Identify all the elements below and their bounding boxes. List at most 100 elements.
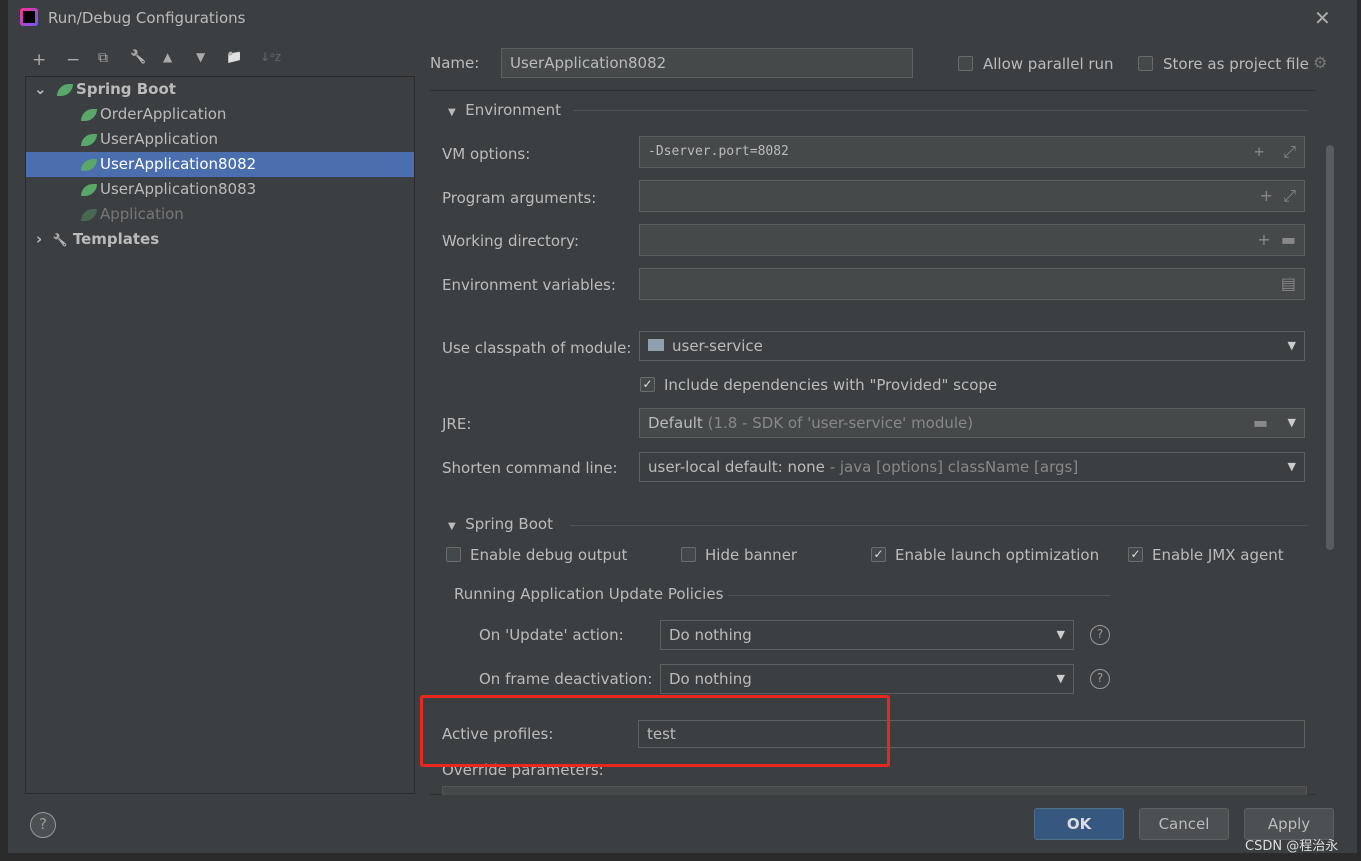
ok-button[interactable]: OK [1034,808,1124,840]
config-tree: ⌄ Spring Boot OrderApplication UserAppli… [25,76,415,794]
new-folder-icon[interactable]: 📁 [226,50,242,65]
dialog-title: Run/Debug Configurations [48,9,246,27]
allow-parallel-checkbox[interactable] [958,56,973,71]
update-action-value: Do nothing [669,626,752,644]
chevron-down-icon: ▼ [1056,628,1065,641]
shorten-label: Shorten command line: [442,459,618,477]
tree-item[interactable]: UserApplication8083 [26,177,414,202]
spring-boot-icon [57,83,74,96]
environment-variables-label: Environment variables: [442,276,616,294]
spring-boot-icon [81,133,97,146]
environment-variables-input[interactable]: ▤ [639,268,1305,300]
launch-optimization-label: Enable launch optimization [895,546,1100,564]
expand-icon[interactable]: + ⤢ [1254,137,1296,167]
jre-label: JRE: [442,415,472,433]
classpath-select[interactable]: user-service ▼ [639,331,1305,361]
hide-banner-checkbox[interactable] [681,547,696,562]
jmx-agent-checkbox[interactable]: ✓ [1128,547,1143,562]
chevron-down-icon[interactable]: ⌄ [34,80,47,98]
hide-banner-label: Hide banner [705,546,798,564]
frame-deactivation-label: On frame deactivation: [479,670,653,688]
tree-item-label: OrderApplication [100,105,227,123]
jre-hint: (1.8 - SDK of 'user-service' module) [707,414,974,432]
intellij-logo-icon [20,8,38,26]
cancel-button[interactable]: Cancel [1139,808,1229,840]
include-deps-checkbox[interactable]: ✓ [640,377,655,392]
folder-icon[interactable]: ▬ [1253,409,1268,437]
spring-boot-icon [81,108,97,121]
working-directory-label: Working directory: [442,232,580,250]
folder-icon[interactable]: + ▬ [1257,225,1296,255]
document-icon[interactable]: ▤ [1281,269,1296,299]
allow-parallel-label: Allow parallel run [983,55,1114,73]
tree-item-label: Application [100,205,184,223]
triangle-down-icon: ▼ [448,107,456,118]
chevron-down-icon[interactable]: ▼ [1288,409,1296,437]
highlight-box [420,695,890,767]
shorten-hint: - java [options] className [args] [829,458,1079,476]
watermark: CSDN @程治永 [1245,839,1339,854]
divider [728,595,1110,596]
shorten-value: user-local default: none [648,458,825,476]
expand-icon[interactable]: + ⤢ [1260,181,1296,211]
run-debug-dialog: Run/Debug Configurations ✕ + − ⧉ 🔧 ▲ ▼ 📁… [8,0,1357,853]
override-parameters-table[interactable] [442,786,1307,795]
tree-item[interactable]: Application [26,202,414,227]
policies-title: Running Application Update Policies [454,585,724,603]
vm-options-label: VM options: [442,145,531,163]
add-icon[interactable]: + [32,50,46,70]
section-title: Environment [465,101,562,119]
gear-icon[interactable]: ⚙ [1313,53,1327,72]
frame-deactivation-value: Do nothing [669,670,752,688]
update-action-label: On 'Update' action: [479,626,624,644]
tree-item[interactable]: OrderApplication [26,102,414,127]
store-project-checkbox[interactable] [1138,56,1153,71]
sort-icon[interactable]: ↓ᵃz [260,50,281,64]
spring-boot-section[interactable]: ▼ Spring Boot [448,515,553,533]
environment-section[interactable]: ▼ Environment [448,101,561,119]
update-action-select[interactable]: Do nothing ▼ [660,620,1074,650]
jre-select[interactable]: Default (1.8 - SDK of 'user-service' mod… [639,408,1305,438]
debug-output-checkbox[interactable] [446,547,461,562]
tree-group-templates[interactable]: › 🔧 Templates [26,227,414,252]
vm-options-input[interactable]: -Dserver.port=8082 + ⤢ [639,136,1305,168]
vm-options-value: -Dserver.port=8082 [648,144,789,159]
move-down-icon[interactable]: ▼ [196,50,205,64]
divider [570,525,1308,526]
classpath-label: Use classpath of module: [442,339,632,357]
tree-item-selected[interactable]: UserApplication8082 [26,152,414,177]
help-icon[interactable]: ? [1090,625,1110,645]
close-button[interactable]: ✕ [1314,6,1331,30]
tree-item-label: UserApplication [100,130,219,148]
module-icon [648,339,664,351]
divider [573,110,1308,111]
store-project-label: Store as project file [1163,55,1309,73]
scrollbar[interactable] [1326,145,1334,550]
frame-deactivation-select[interactable]: Do nothing ▼ [660,664,1074,694]
tree-group-spring-boot[interactable]: ⌄ Spring Boot [26,77,414,102]
tree-item[interactable]: UserApplication [26,127,414,152]
classpath-value: user-service [672,337,763,355]
include-deps-label: Include dependencies with "Provided" sco… [664,376,998,394]
chevron-down-icon: ▼ [1056,672,1065,685]
copy-icon[interactable]: ⧉ [98,50,108,66]
section-title: Spring Boot [465,515,553,533]
shorten-select[interactable]: user-local default: none - java [options… [639,452,1305,482]
move-up-icon[interactable]: ▲ [163,50,172,64]
name-input[interactable]: UserApplication8082 [501,48,913,78]
triangle-down-icon: ▼ [448,521,456,532]
chevron-right-icon[interactable]: › [36,230,42,248]
wrench-icon[interactable]: 🔧 [130,50,146,65]
wrench-icon: 🔧 [52,233,68,247]
tree-group-label: Templates [72,230,160,248]
jre-value: Default [648,414,703,432]
program-arguments-input[interactable]: + ⤢ [639,180,1305,212]
help-button[interactable]: ? [30,812,56,838]
working-directory-input[interactable]: + ▬ [639,224,1305,256]
spring-boot-icon [81,158,97,171]
spring-boot-icon [81,208,97,221]
launch-optimization-checkbox[interactable]: ✓ [871,547,886,562]
help-icon[interactable]: ? [1090,669,1110,689]
remove-icon[interactable]: − [66,50,80,70]
name-label: Name: [430,54,480,72]
